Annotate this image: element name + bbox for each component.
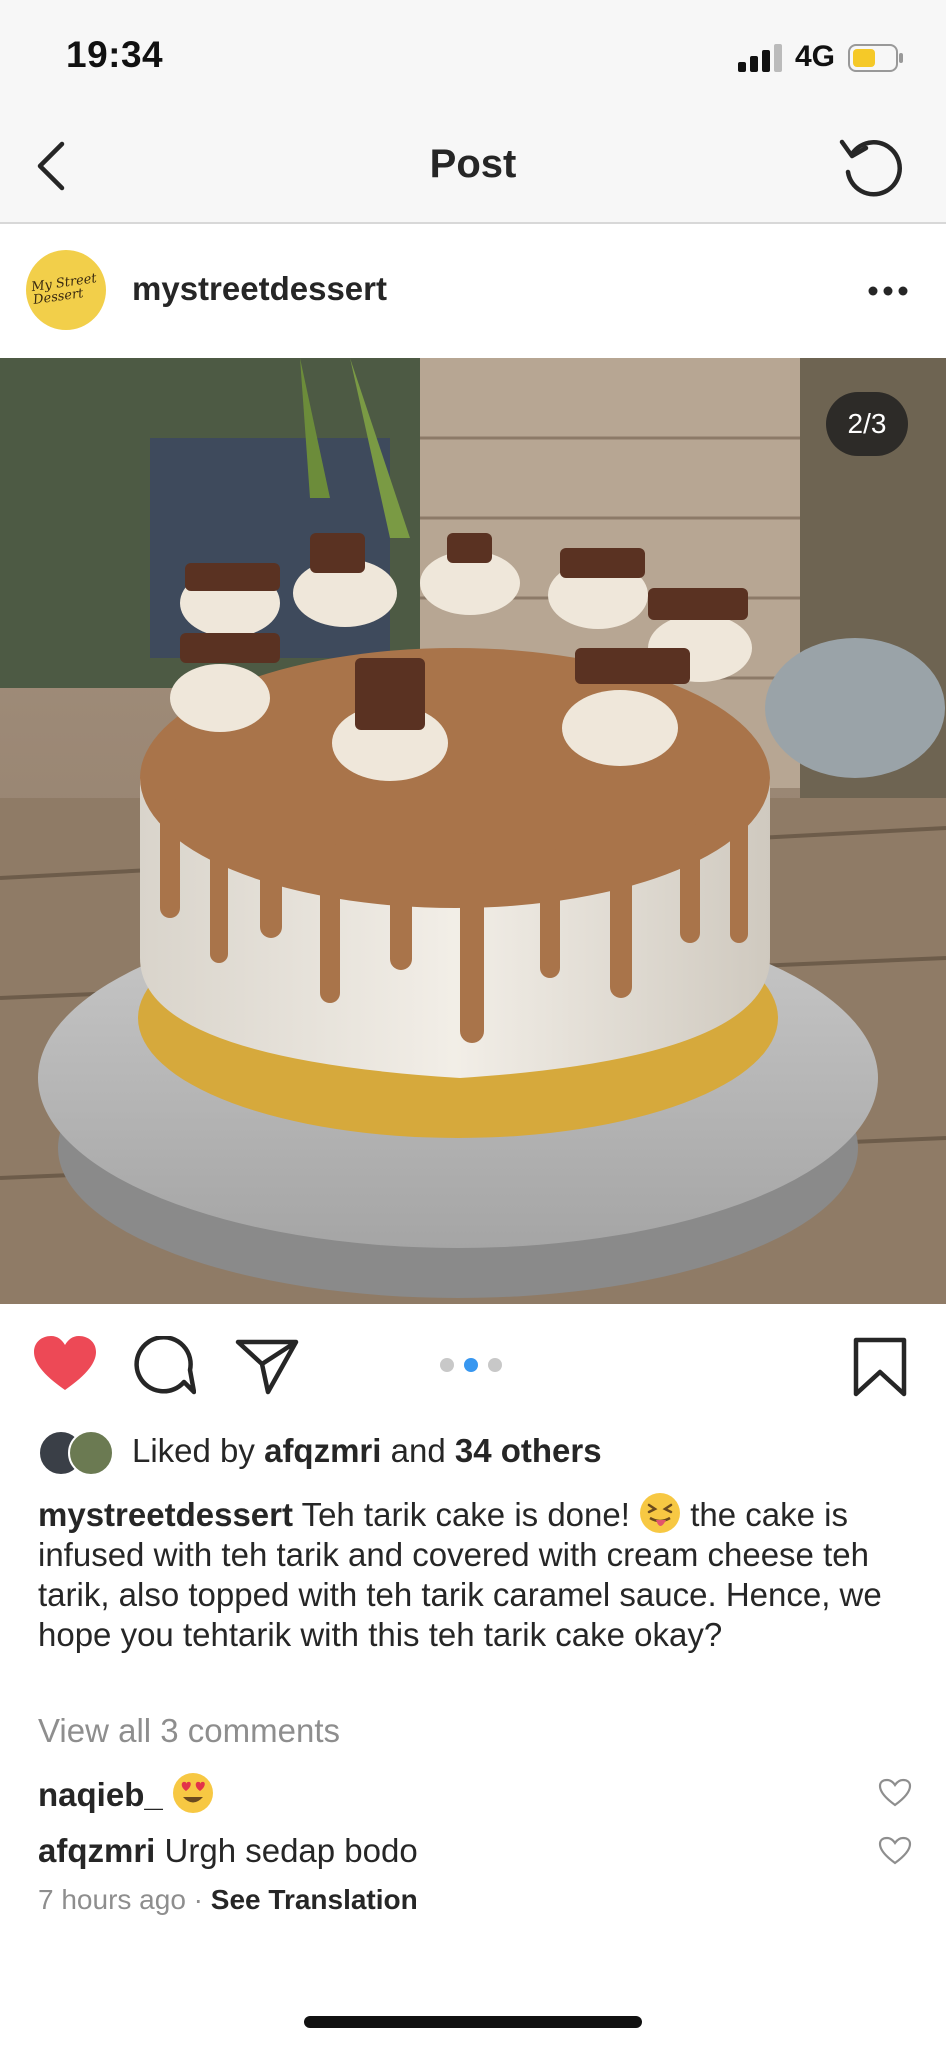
signal-icon	[738, 44, 782, 72]
page-title: Post	[429, 142, 517, 186]
comment-row: afqzmri Urgh sedap bodo	[38, 1832, 898, 1870]
carousel-dot	[488, 1358, 502, 1372]
comment-text: Urgh sedap bodo	[164, 1832, 418, 1869]
likes-prefix: Liked by	[132, 1432, 255, 1469]
likes-user[interactable]: afqzmri	[264, 1432, 381, 1469]
avatar-logo-text: My Street Dessert	[30, 271, 98, 309]
image-counter: 2/3	[826, 392, 908, 456]
post-username[interactable]: mystreetdessert	[132, 270, 387, 308]
more-icon[interactable]	[868, 286, 908, 296]
cake-photo	[0, 358, 946, 1304]
see-translation-link[interactable]: See Translation	[211, 1884, 418, 1915]
liker-avatar	[68, 1430, 114, 1476]
bookmark-icon[interactable]	[852, 1336, 908, 1398]
caption-username[interactable]: mystreetdessert	[38, 1496, 293, 1533]
post-image[interactable]	[0, 358, 946, 1304]
caption-text-start: Teh tarik cake is done!	[301, 1496, 630, 1533]
heart-filled-icon[interactable]	[32, 1334, 98, 1394]
likes-others[interactable]: 34 others	[455, 1432, 602, 1469]
heart-eyes-emoji-icon	[172, 1773, 213, 1813]
meta-separator: ·	[193, 1884, 203, 1915]
refresh-icon[interactable]	[838, 132, 906, 200]
nav-bar: Post	[0, 112, 946, 224]
post-header: My Street Dessert mystreetdessert	[0, 224, 946, 356]
view-all-comments-link[interactable]: View all 3 comments	[38, 1712, 340, 1750]
carousel-indicator	[440, 1358, 506, 1374]
status-time: 19:34	[66, 34, 164, 75]
carousel-dot-active	[464, 1358, 478, 1372]
small-heart-icon[interactable]	[878, 1778, 912, 1808]
caption: mystreetdessert Teh tarik cake is done! …	[38, 1492, 918, 1655]
likes-row[interactable]: Liked by afqzmri and 34 others	[38, 1426, 918, 1476]
likes-connector: and	[390, 1432, 446, 1469]
status-bar: 19:34 4G	[0, 0, 946, 112]
comment-username[interactable]: afqzmri	[38, 1832, 155, 1869]
avatar[interactable]: My Street Dessert	[26, 250, 106, 330]
battery-icon	[848, 44, 903, 72]
action-bar	[0, 1320, 946, 1420]
comment-icon[interactable]	[134, 1336, 196, 1396]
post-time: 7 hours ago	[38, 1884, 186, 1915]
small-heart-icon[interactable]	[878, 1836, 912, 1866]
carousel-dot	[440, 1358, 454, 1372]
comment-username[interactable]: naqieb_	[38, 1776, 163, 1813]
likes-text: Liked by afqzmri and 34 others	[132, 1432, 602, 1470]
comment-row: naqieb_	[38, 1772, 898, 1814]
network-label: 4G	[795, 40, 836, 73]
tongue-out-emoji-icon	[640, 1493, 681, 1533]
share-icon[interactable]	[234, 1336, 300, 1396]
post-meta: 7 hours ago · See Translation	[38, 1884, 418, 1916]
home-indicator[interactable]	[304, 2016, 642, 2028]
